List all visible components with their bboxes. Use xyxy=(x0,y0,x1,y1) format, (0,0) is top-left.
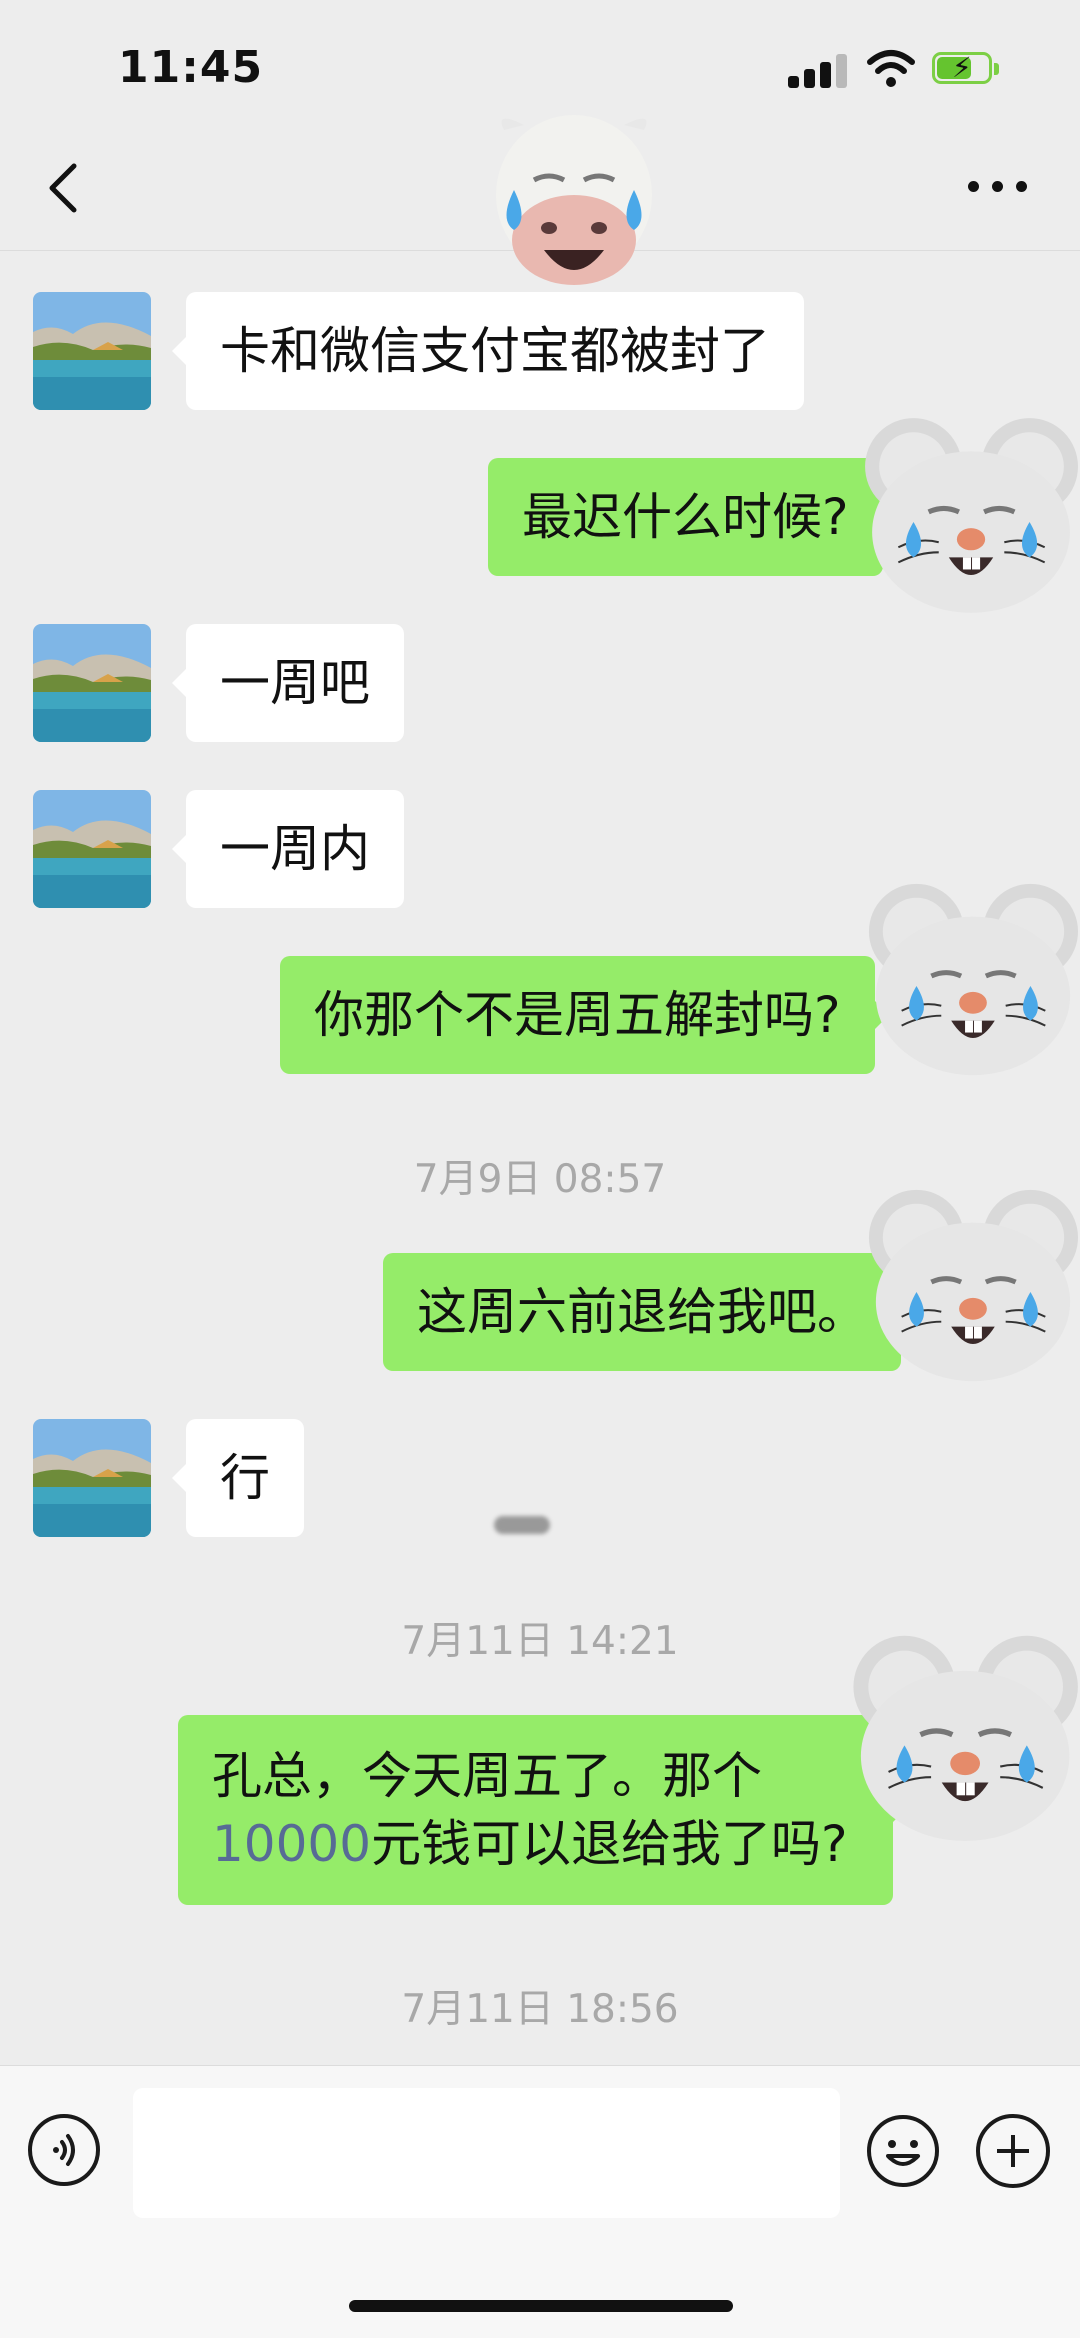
message-bubble-incoming[interactable]: 行 xyxy=(172,1419,304,1537)
contact-avatar[interactable] xyxy=(33,292,151,410)
message-line: 孔总，今天周五了。那个 xyxy=(212,1747,762,1805)
mouse-sticker xyxy=(862,846,1080,1116)
mouse-sticker xyxy=(846,1605,1080,1875)
message-input[interactable] xyxy=(133,2088,840,2218)
message-line-rest: 元钱可以退给我了吗? xyxy=(371,1815,848,1873)
wifi-icon xyxy=(867,50,915,87)
message-line: 10000元钱可以退给我了吗? xyxy=(212,1810,859,1878)
emoji-icon[interactable] xyxy=(866,2114,940,2188)
cow-sticker xyxy=(474,100,674,300)
message-bubble-incoming[interactable]: 卡和微信支付宝都被封了 xyxy=(172,292,804,410)
cellular-signal-icon xyxy=(788,54,850,88)
message-bubble-incoming[interactable]: 一周内 xyxy=(172,790,404,908)
plus-circle-icon[interactable] xyxy=(976,2114,1050,2188)
battery-charging-icon: ⚡ xyxy=(932,52,1000,86)
mouse-sticker xyxy=(862,1152,1080,1422)
message-bubble-outgoing[interactable]: 你那个不是周五解封吗? xyxy=(280,956,889,1074)
status-time: 11:45 xyxy=(118,42,264,93)
contact-avatar[interactable] xyxy=(33,790,151,908)
contact-avatar[interactable] xyxy=(33,624,151,742)
voice-icon[interactable] xyxy=(28,2114,100,2186)
home-indicator[interactable] xyxy=(349,2300,733,2312)
amount-link[interactable]: 10000 xyxy=(212,1815,371,1873)
chat-timestamp: 7月11日 18:56 xyxy=(401,1987,679,2032)
message-bubble-outgoing[interactable]: 最迟什么时候? xyxy=(488,458,897,576)
message-bubble-incoming[interactable]: 一周吧 xyxy=(172,624,404,742)
more-dots-icon[interactable] xyxy=(966,176,1030,196)
contact-avatar[interactable] xyxy=(33,1419,151,1537)
blurred-mark xyxy=(494,1516,550,1534)
mouse-sticker xyxy=(858,382,1080,652)
input-bar xyxy=(0,2065,1080,2338)
message-bubble-outgoing[interactable]: 孔总，今天周五了。那个 10000元钱可以退给我了吗? xyxy=(178,1715,907,1905)
chevron-left-icon[interactable] xyxy=(40,158,90,218)
message-bubble-outgoing[interactable]: 这周六前退给我吧。 xyxy=(383,1253,915,1371)
